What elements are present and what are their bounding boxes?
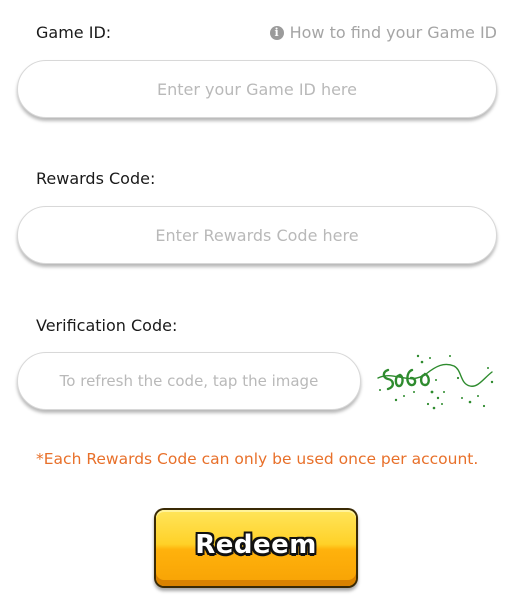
game-id-input[interactable] — [18, 61, 496, 117]
game-id-label: Game ID: — [36, 23, 112, 42]
redeem-button-label: Redeem — [195, 530, 317, 560]
captcha-graphic — [377, 354, 494, 410]
info-icon: i — [269, 25, 284, 40]
verification-code-label: Verification Code: — [36, 316, 178, 335]
rewards-code-label: Rewards Code: — [36, 169, 156, 188]
redeem-button[interactable]: Redeem — [154, 508, 358, 588]
redeem-form: Game ID: i How to find your Game ID Rewa… — [0, 0, 517, 611]
verification-code-field-wrapper — [17, 352, 361, 410]
game-id-field-wrapper — [17, 60, 497, 118]
redeem-button-face: Redeem — [156, 510, 356, 586]
notice-text: *Each Rewards Code can only be used once… — [36, 450, 479, 468]
help-link-text: How to find your Game ID — [289, 23, 497, 42]
verification-code-input[interactable] — [18, 353, 360, 409]
how-to-find-game-id-link[interactable]: i How to find your Game ID — [269, 23, 497, 42]
rewards-code-field-wrapper — [17, 206, 497, 264]
rewards-code-input[interactable] — [18, 207, 496, 263]
captcha-image[interactable] — [374, 348, 496, 416]
